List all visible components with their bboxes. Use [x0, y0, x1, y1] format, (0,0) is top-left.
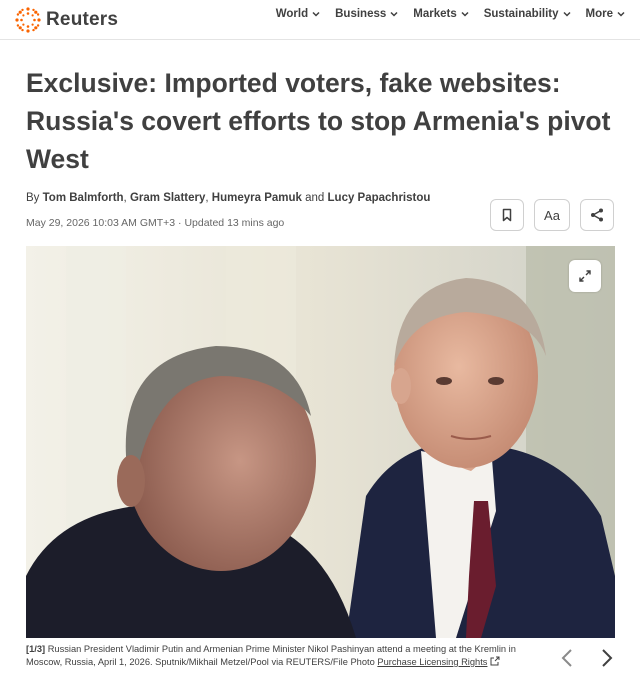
chevron-down-icon: [562, 11, 571, 17]
site-header: Reuters World Business Markets Sustainab…: [0, 0, 640, 40]
chevron-down-icon: [390, 11, 398, 17]
nav-label: More: [585, 8, 613, 20]
nav-markets[interactable]: Markets: [413, 8, 469, 20]
chevron-down-icon: [312, 11, 320, 17]
nav-label: Markets: [413, 8, 457, 20]
text-size-label: Aa: [544, 207, 560, 223]
article-headline: Exclusive: Imported voters, fake website…: [26, 68, 611, 174]
byline-and: and: [305, 192, 325, 204]
share-button[interactable]: [580, 199, 614, 231]
author-link[interactable]: Lucy Papachristou: [328, 192, 431, 204]
nav-business[interactable]: Business: [335, 8, 399, 20]
nav-sustainability[interactable]: Sustainability: [484, 8, 572, 20]
chevron-left-icon: [561, 649, 572, 667]
licensing-link[interactable]: Purchase Licensing Rights: [377, 657, 487, 667]
main-nav: World Business Markets Sustainability Mo…: [276, 8, 626, 20]
photo-counter: [1/3]: [26, 644, 46, 654]
next-photo-button[interactable]: [600, 648, 614, 673]
text-size-button[interactable]: Aa: [534, 199, 570, 231]
nav-label: World: [275, 8, 309, 20]
brand-name: Reuters: [46, 9, 119, 30]
expand-photo-button[interactable]: [569, 260, 601, 292]
bookmark-icon: [502, 208, 512, 222]
photo-carousel-controls: [560, 648, 614, 673]
author-link[interactable]: Gram Slattery: [130, 192, 205, 204]
chevron-right-icon: [602, 649, 613, 667]
nav-world[interactable]: World: [276, 8, 321, 20]
chevron-down-icon: [617, 11, 625, 17]
byline-prefix: By: [26, 192, 40, 204]
nav-label: Sustainability: [483, 8, 559, 20]
author-link[interactable]: Humeyra Pamuk: [212, 192, 302, 204]
previous-photo-button[interactable]: [560, 648, 574, 673]
author-link[interactable]: Tom Balmforth: [43, 192, 124, 204]
nav-more[interactable]: More: [586, 8, 626, 20]
share-icon: [591, 208, 603, 222]
bookmark-button[interactable]: [490, 199, 524, 231]
expand-icon: [579, 270, 591, 282]
photo-image: [26, 246, 615, 638]
dateline: May 29, 2026 10:03 AM GMT+3 · Updated 13…: [26, 217, 285, 229]
external-link-icon: [490, 656, 500, 666]
article-tools: Aa: [490, 199, 614, 231]
reuters-logo-icon: [14, 6, 42, 34]
nav-label: Business: [335, 8, 387, 20]
reuters-logo[interactable]: Reuters: [14, 6, 118, 34]
lead-photo[interactable]: [26, 246, 615, 638]
photo-caption: [1/3] Russian President Vladimir Putin a…: [26, 643, 536, 669]
byline: By Tom Balmforth, Gram Slattery, Humeyra…: [26, 192, 431, 204]
chevron-down-icon: [461, 11, 469, 17]
